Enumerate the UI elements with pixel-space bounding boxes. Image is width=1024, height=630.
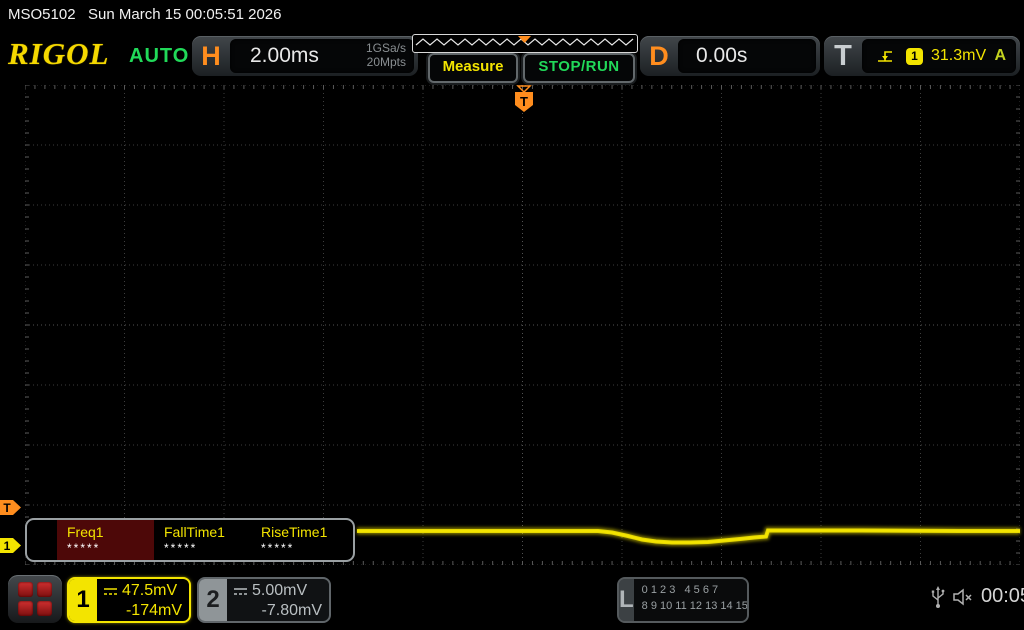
stop-run-button[interactable]: STOP/RUN	[523, 53, 635, 83]
channel1-status-block[interactable]: 1 47.5mV -174mV	[67, 577, 191, 623]
model-name: MSO5102	[8, 6, 76, 23]
channel2-number: 2	[199, 579, 227, 621]
delay-value: 0.00s	[696, 44, 747, 68]
status-bar: MSO5102 Sun March 15 00:05:51 2026	[0, 0, 1024, 28]
sample-rate: 1GSa/s	[366, 41, 406, 55]
horizontal-settings-block[interactable]: H 2.00ms 1GSa/s20Mpts	[192, 36, 418, 76]
measurement-freq1[interactable]: Freq1 *****	[57, 520, 154, 560]
red-square-icon	[18, 582, 33, 597]
channel1-scale: 47.5mV	[122, 581, 177, 601]
red-square-icon	[37, 601, 52, 616]
bottom-bar: 1 47.5mV -174mV 2	[0, 568, 1024, 630]
logic-label: L	[619, 579, 634, 621]
horizontal-label: H	[192, 41, 230, 72]
acquisition-status: AUTO	[129, 45, 189, 68]
oscilloscope-screen: MSO5102 Sun March 15 00:05:51 2026 RIGOL…	[0, 0, 1024, 630]
runtime-clock: 00:05	[981, 585, 1024, 608]
delay-label: D	[640, 41, 678, 72]
channel1-ground-marker[interactable]: 1	[0, 538, 21, 553]
dc-coupling-icon	[233, 586, 248, 596]
trigger-level-marker[interactable]: T	[0, 500, 21, 515]
grid-lines	[25, 85, 1020, 565]
usb-icon	[930, 586, 946, 610]
channel-menu-button[interactable]	[8, 575, 62, 623]
trigger-source-badge: 1	[906, 48, 923, 65]
falling-edge-icon	[876, 48, 894, 64]
timebase-value: 2.00ms	[250, 44, 319, 68]
dc-coupling-icon	[103, 586, 118, 596]
svg-text:T: T	[3, 501, 11, 515]
trigger-level-value: 31.3mV	[931, 47, 986, 65]
measurement-panel: Freq1 ***** FallTime1 ***** RiseTime1 **…	[25, 518, 355, 562]
channel1-number: 1	[69, 579, 97, 621]
memory-depth: 20Mpts	[367, 55, 406, 69]
sample-rate-memory: 1GSa/s20Mpts	[366, 42, 406, 70]
measurement-risetime1[interactable]: RiseTime1 *****	[251, 520, 348, 560]
delay-settings-block[interactable]: D 0.00s	[640, 36, 820, 76]
channel2-status-block[interactable]: 2 5.00mV -7.80mV	[197, 577, 331, 623]
red-square-icon	[37, 582, 52, 597]
graticule	[25, 85, 1020, 565]
svg-text:1: 1	[4, 539, 11, 553]
channel2-scale: 5.00mV	[252, 581, 307, 601]
trigger-mode: A	[994, 47, 1006, 65]
trigger-label: T	[824, 40, 862, 73]
logic-channel-numbers: 0 1 2 3 4 5 6 78 9 10 11 12 13 14 15	[634, 579, 748, 621]
header-bar: RIGOL AUTO H 2.00ms 1GSa/s20Mpts Measure…	[0, 28, 1024, 84]
system-datetime: Sun March 15 00:05:51 2026	[88, 6, 281, 23]
memory-waveform-icon	[413, 35, 635, 50]
channel1-offset: -174mV	[103, 601, 182, 621]
logic-channels-block[interactable]: L 0 1 2 3 4 5 6 78 9 10 11 12 13 14 15	[617, 577, 749, 623]
measurement-falltime1[interactable]: FallTime1 *****	[154, 520, 251, 560]
speaker-muted-icon	[952, 587, 976, 607]
memory-position-preview[interactable]	[412, 34, 638, 53]
channel2-offset: -7.80mV	[233, 601, 322, 621]
red-square-icon	[18, 601, 33, 616]
rigol-logo: RIGOL	[8, 36, 109, 72]
measure-button[interactable]: Measure	[428, 53, 518, 83]
trigger-settings-block[interactable]: T 1 31.3mV A	[824, 36, 1020, 76]
